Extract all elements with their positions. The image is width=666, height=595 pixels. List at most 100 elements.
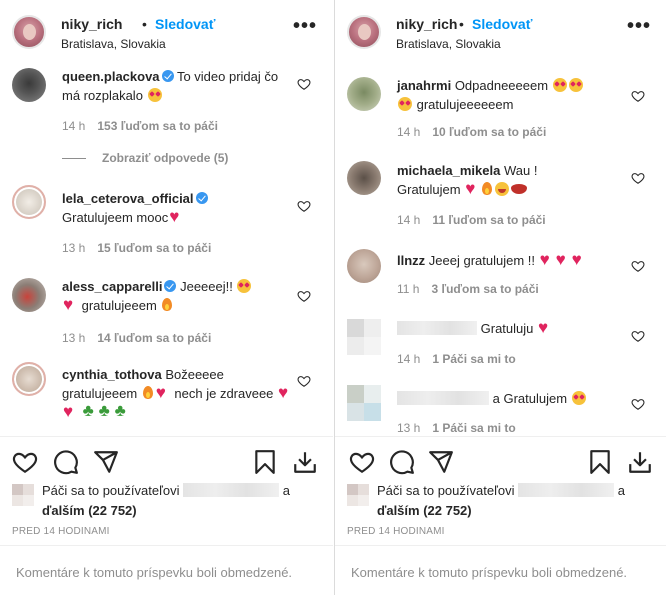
comment-like-count[interactable]: 11 ľuďom sa to páči bbox=[432, 213, 545, 227]
comment-meta: 13 h 15 ľuďom sa to páči bbox=[62, 241, 211, 255]
download-icon[interactable] bbox=[627, 449, 653, 475]
verified-badge-icon bbox=[195, 192, 208, 204]
commenter-username[interactable]: cynthia_tothova bbox=[62, 367, 162, 382]
profile-username[interactable]: niky_rich bbox=[396, 16, 457, 32]
commenter-username[interactable]: lela_ceterova_official bbox=[62, 191, 194, 206]
comment-message: Gratulujeem mooc bbox=[62, 210, 169, 225]
download-icon[interactable] bbox=[292, 449, 318, 475]
likes-count[interactable]: ďalším (22 752) bbox=[42, 503, 137, 518]
comment-meta: 14 h 153 ľuďom sa to páči bbox=[62, 119, 218, 133]
comment-list[interactable]: queen.plackova To video pridaj čo má roz… bbox=[0, 67, 333, 435]
follow-button[interactable]: Sledovať bbox=[155, 16, 215, 32]
comment-like-heart-icon[interactable] bbox=[631, 329, 645, 343]
comment-like-count[interactable]: 15 ľuďom sa to páči bbox=[97, 241, 211, 255]
comment-message-cont: gratulujeeem bbox=[81, 298, 157, 313]
commenter-username[interactable]: janahrmi bbox=[397, 78, 451, 93]
commenter-avatar[interactable] bbox=[347, 319, 381, 355]
commenter-avatar[interactable] bbox=[12, 185, 46, 219]
likes-suffix: a bbox=[617, 483, 625, 498]
comment-list[interactable]: janahrmi Odpadneeeeem gratulujeeeeeem 14… bbox=[335, 67, 666, 435]
red-heart-emoji-icon bbox=[540, 250, 554, 270]
commenter-avatar[interactable] bbox=[347, 161, 381, 195]
comment-text: llnzz Jeeej gratulujem !! bbox=[397, 250, 629, 270]
comment-text: a Gratulujem bbox=[397, 389, 629, 408]
comment-like-heart-icon[interactable] bbox=[297, 199, 311, 213]
comment-meta: 13 h 14 ľuďom sa to páči bbox=[62, 331, 211, 345]
liker-avatar[interactable] bbox=[12, 484, 34, 506]
comment-like-count[interactable]: 10 ľuďom sa to páči bbox=[432, 125, 546, 139]
post-action-bar bbox=[0, 436, 333, 480]
comment-like-count[interactable]: 3 ľuďom sa to páči bbox=[431, 282, 538, 296]
verified-badge-icon bbox=[161, 70, 174, 82]
comment-like-heart-icon[interactable] bbox=[297, 77, 311, 91]
follow-button[interactable]: Sledovať bbox=[472, 16, 532, 32]
commenter-username[interactable]: michaela_mikela bbox=[397, 163, 500, 178]
smiling-face-emoji-icon bbox=[495, 182, 510, 196]
redacted-username bbox=[518, 483, 615, 497]
profile-avatar[interactable] bbox=[12, 15, 46, 49]
commenter-username[interactable]: llnzz bbox=[397, 253, 425, 268]
fire-emoji-icon bbox=[142, 386, 154, 400]
comment-like-count[interactable]: 153 ľuďom sa to páči bbox=[97, 119, 218, 133]
four-leaf-clover-emoji-icon bbox=[99, 401, 113, 421]
share-icon[interactable] bbox=[428, 449, 454, 475]
comment-icon[interactable] bbox=[53, 449, 79, 475]
comment-meta: 14 h 10 ľuďom sa to páči bbox=[397, 125, 546, 139]
comment-meta: 14 h 11 ľuďom sa to páči bbox=[397, 213, 546, 227]
more-options-icon[interactable]: ••• bbox=[627, 16, 651, 36]
profile-username[interactable]: niky_rich bbox=[61, 16, 122, 32]
bookmark-icon[interactable] bbox=[252, 449, 278, 475]
comment-time: 14 h bbox=[397, 213, 421, 227]
view-replies-button[interactable]: Zobraziť odpovede (5) bbox=[62, 151, 228, 165]
four-leaf-clover-emoji-icon bbox=[83, 401, 97, 421]
comment-like-count[interactable]: 14 ľuďom sa to páči bbox=[97, 331, 211, 345]
post-timestamp[interactable]: PRED 14 HODINAMI bbox=[347, 526, 445, 537]
likes-count[interactable]: ďalším (22 752) bbox=[377, 503, 472, 518]
share-icon[interactable] bbox=[93, 449, 119, 475]
verified-badge-icon bbox=[164, 280, 177, 292]
comment-like-count[interactable]: 1 Páči sa mi to bbox=[432, 352, 515, 366]
location-link[interactable]: Bratislava, Slovakia bbox=[396, 37, 501, 51]
comment-icon[interactable] bbox=[389, 449, 415, 475]
red-heart-emoji-icon bbox=[572, 250, 586, 270]
commenter-username[interactable]: queen.plackova bbox=[62, 69, 160, 84]
commenter-avatar[interactable] bbox=[347, 249, 381, 283]
commenter-avatar[interactable] bbox=[12, 362, 46, 396]
commenter-avatar[interactable] bbox=[347, 385, 381, 421]
post-panel-right: niky_rich • Sledovať Bratislava, Slovaki… bbox=[334, 0, 666, 595]
heart-icon[interactable] bbox=[12, 449, 38, 475]
heart-icon[interactable] bbox=[349, 449, 375, 475]
separator-dot: • bbox=[142, 16, 147, 32]
comment-like-heart-icon[interactable] bbox=[297, 374, 311, 388]
red-heart-emoji-icon bbox=[465, 179, 479, 199]
commenter-username[interactable]: aless_capparelli bbox=[62, 279, 162, 294]
comment-text: Gratuluju bbox=[397, 318, 629, 338]
comment-like-heart-icon[interactable] bbox=[631, 171, 645, 185]
comment-like-count[interactable]: 1 Páči sa mi to bbox=[432, 421, 515, 435]
post-header: niky_rich • Sledovať Bratislava, Slovaki… bbox=[335, 0, 666, 66]
comment-meta: 14 h 1 Páči sa mi to bbox=[397, 352, 516, 366]
comment-like-heart-icon[interactable] bbox=[631, 397, 645, 411]
post-timestamp[interactable]: PRED 14 HODINAMI bbox=[12, 526, 110, 537]
location-link[interactable]: Bratislava, Slovakia bbox=[61, 37, 166, 51]
commenter-avatar[interactable] bbox=[347, 77, 381, 111]
commenter-avatar[interactable] bbox=[12, 278, 46, 312]
likes-suffix: a bbox=[282, 483, 290, 498]
comment-message: a Gratulujem bbox=[492, 391, 568, 406]
comment-meta: 13 h 1 Páči sa mi to bbox=[397, 421, 516, 435]
comment-text: michaela_mikela Wau ! Gratulujem bbox=[397, 161, 629, 199]
profile-avatar[interactable] bbox=[347, 15, 381, 49]
more-options-icon[interactable]: ••• bbox=[293, 16, 317, 36]
separator-dot: • bbox=[459, 16, 464, 32]
comment-like-heart-icon[interactable] bbox=[297, 289, 311, 303]
likes-prefix: Páči sa to používateľovi bbox=[42, 483, 180, 498]
likes-prefix: Páči sa to používateľovi bbox=[377, 483, 515, 498]
bookmark-icon[interactable] bbox=[587, 449, 613, 475]
comment-like-heart-icon[interactable] bbox=[631, 89, 645, 103]
post-panel-left: niky_rich • Sledovať Bratislava, Slovaki… bbox=[0, 0, 333, 595]
comment-like-heart-icon[interactable] bbox=[631, 259, 645, 273]
commenter-avatar[interactable] bbox=[12, 68, 46, 102]
liker-avatar[interactable] bbox=[347, 484, 369, 506]
comments-restricted-notice: Komentáre k tomuto príspevku boli obmedz… bbox=[335, 545, 666, 595]
red-heart-emoji-icon bbox=[63, 402, 77, 422]
